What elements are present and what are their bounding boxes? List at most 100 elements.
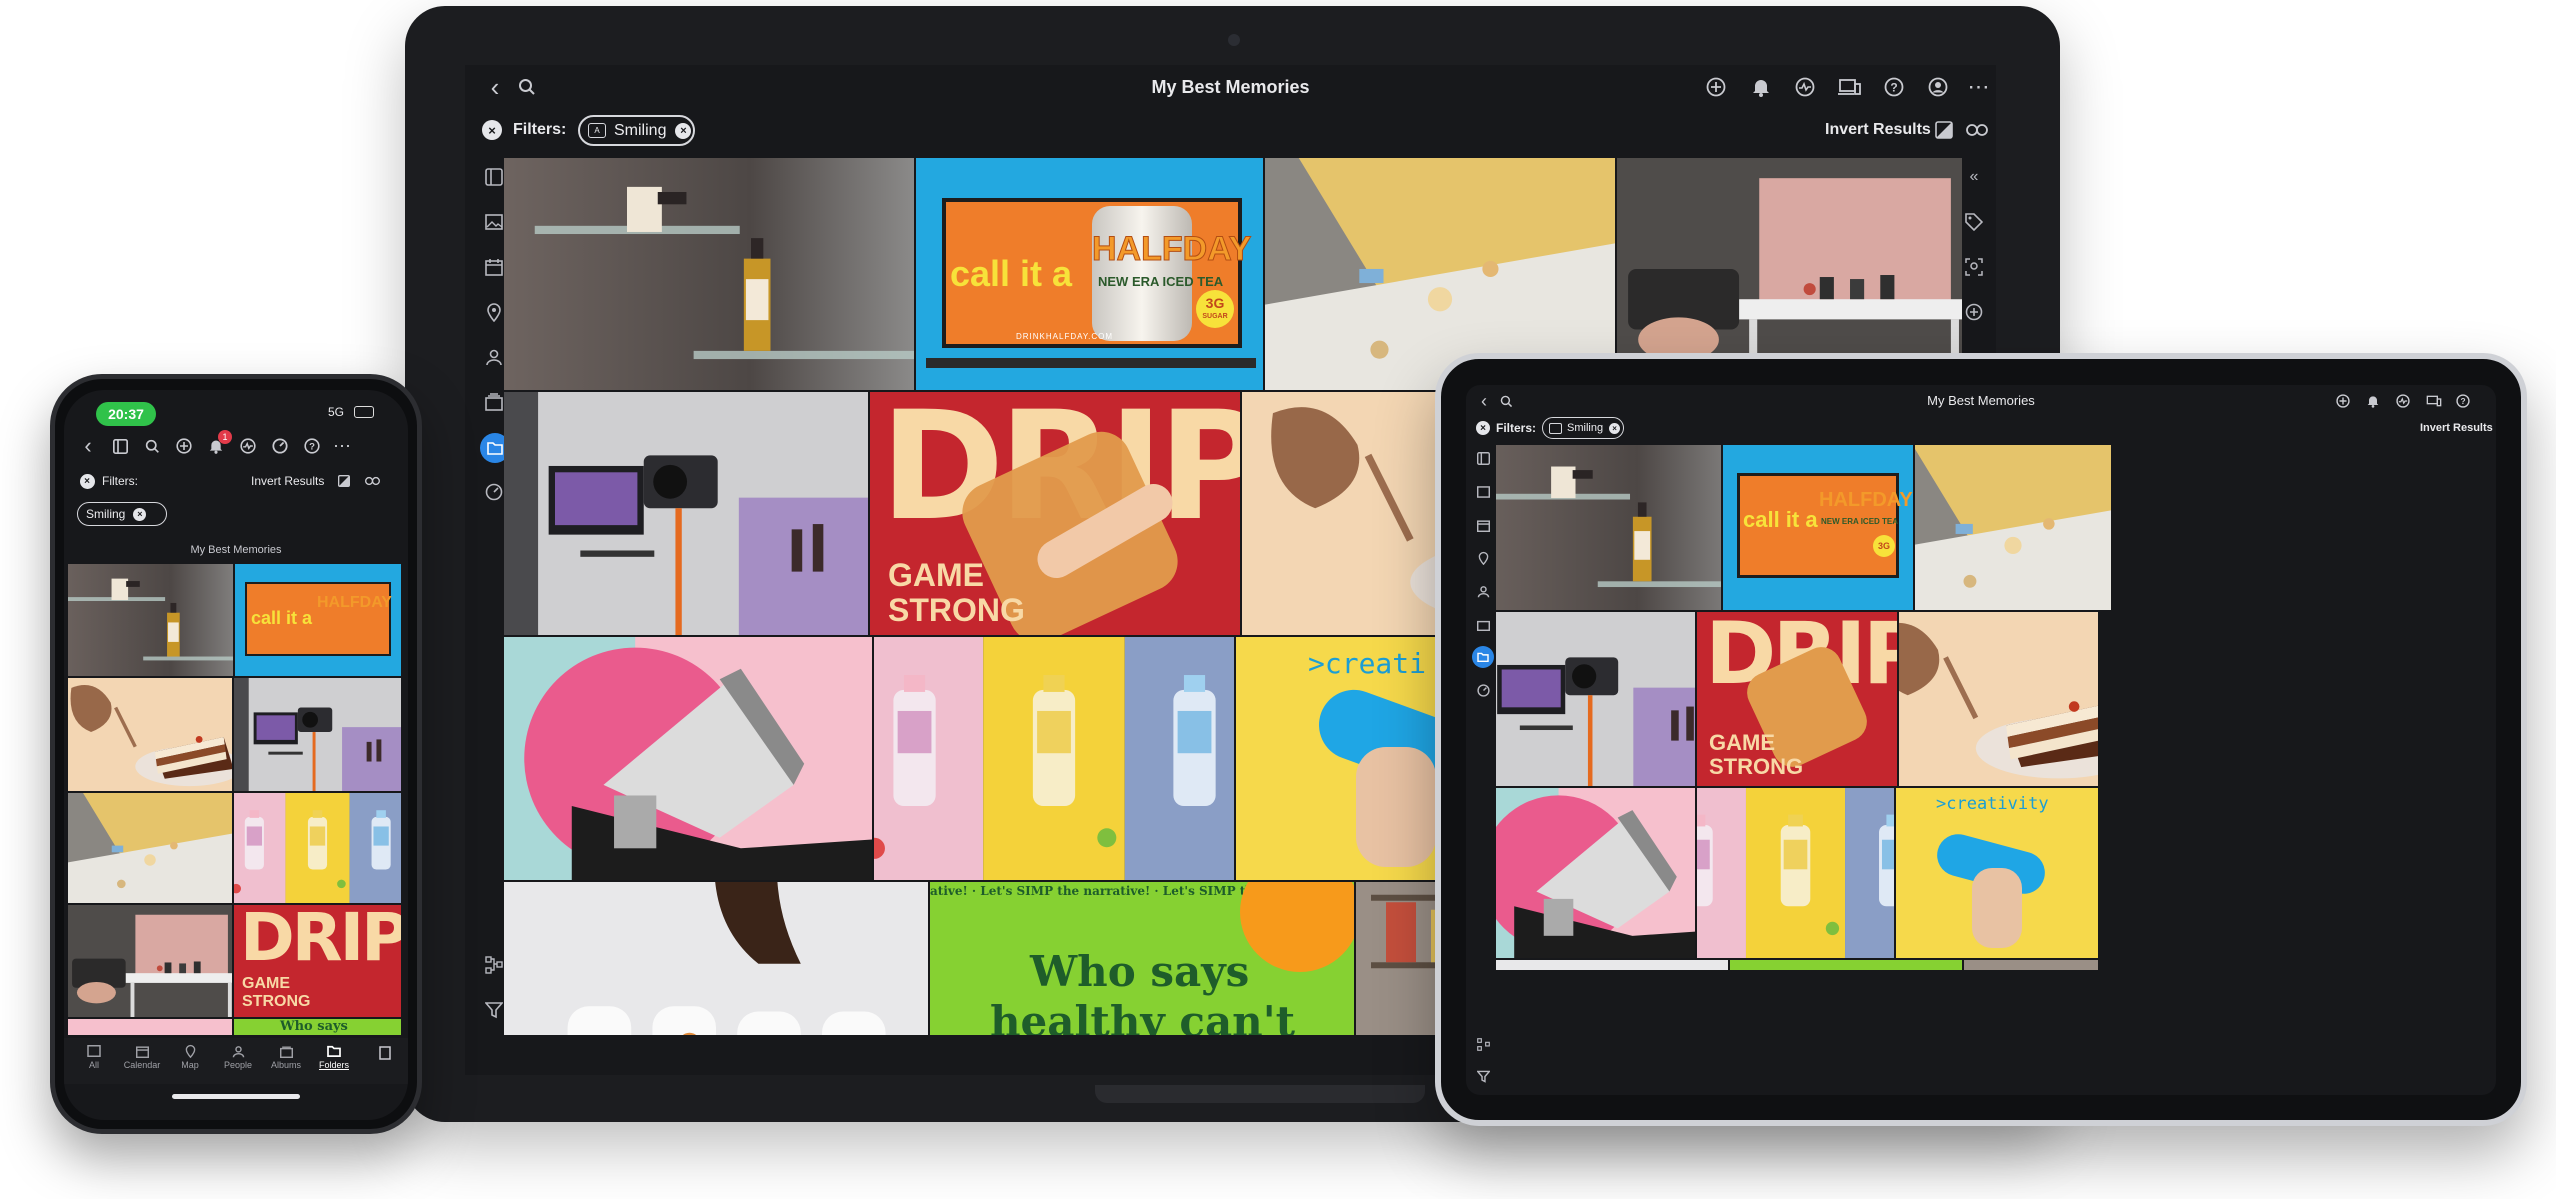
photo-tile[interactable] bbox=[1964, 960, 2098, 970]
calendar-icon[interactable] bbox=[1474, 516, 1492, 534]
folder-icon[interactable] bbox=[1472, 646, 1494, 668]
photo-tile[interactable] bbox=[234, 793, 401, 903]
person-icon[interactable] bbox=[482, 345, 506, 369]
remove-filter-icon[interactable]: × bbox=[133, 507, 147, 521]
search-icon[interactable] bbox=[140, 434, 164, 458]
tab-map[interactable]: Map bbox=[168, 1040, 212, 1080]
photo-tile[interactable] bbox=[1899, 612, 2098, 786]
filter-chip-smiling[interactable]: Smiling × bbox=[1542, 417, 1624, 439]
filter-icon[interactable] bbox=[1474, 1067, 1492, 1085]
tag-icon[interactable] bbox=[1962, 210, 1986, 234]
toggle-sidebar-icon[interactable] bbox=[108, 434, 132, 458]
help-icon[interactable]: ? bbox=[1880, 73, 1908, 101]
photo-tile-drip[interactable]: DRIP GAME STRONG bbox=[870, 392, 1240, 635]
photo-tile-creativity[interactable]: >creativity bbox=[1896, 788, 2098, 958]
photo-tile-halfday[interactable]: call it a HALFDAY NEW ERA ICED TEA 3G bbox=[1723, 445, 1913, 610]
activity-icon[interactable] bbox=[2393, 391, 2413, 411]
photo-tile[interactable] bbox=[68, 678, 232, 791]
drip-sub2: STRONG bbox=[888, 592, 1025, 628]
photo-tile[interactable] bbox=[68, 564, 233, 676]
album-icon[interactable] bbox=[482, 390, 506, 414]
photo-tile[interactable] bbox=[1496, 960, 1728, 970]
clear-filters-icon[interactable]: × bbox=[78, 472, 96, 490]
photo-tile-drip[interactable]: DRIP GAME STRONG bbox=[1697, 612, 1897, 786]
photo-tile[interactable] bbox=[1496, 788, 1695, 958]
clear-filters-icon[interactable]: × bbox=[481, 119, 503, 141]
add-icon[interactable] bbox=[1702, 73, 1730, 101]
devices-icon[interactable] bbox=[1835, 73, 1865, 101]
photo-tile[interactable] bbox=[1496, 612, 1695, 786]
more-tabs-icon[interactable] bbox=[376, 1044, 394, 1062]
invert-toggle-icon[interactable] bbox=[336, 472, 352, 490]
calendar-icon[interactable] bbox=[482, 255, 506, 279]
photo-tile-halfday[interactable]: call it a HALFDAY NEW ERA ICED TEA 3G SU… bbox=[916, 158, 1263, 390]
map-pin-icon[interactable] bbox=[1474, 549, 1492, 567]
image-icon[interactable] bbox=[1474, 483, 1492, 501]
photo-tile[interactable] bbox=[68, 905, 232, 1017]
calendar-icon bbox=[120, 1042, 164, 1060]
help-icon[interactable]: ? bbox=[2453, 391, 2473, 411]
devices-icon[interactable] bbox=[2423, 391, 2445, 411]
toggle-sidebar-icon[interactable] bbox=[482, 165, 506, 189]
album-icon[interactable] bbox=[1474, 615, 1492, 633]
add-icon[interactable] bbox=[2333, 391, 2353, 411]
add-icon[interactable] bbox=[172, 434, 196, 458]
photo-tile-drip[interactable]: DRIP GAME STRONG bbox=[234, 905, 401, 1017]
add-panel-icon[interactable] bbox=[1962, 300, 1986, 324]
filter-chip-label: Smiling bbox=[614, 121, 667, 139]
photo-tile[interactable] bbox=[1915, 445, 2111, 610]
more-icon[interactable]: ⋯ bbox=[1965, 73, 1993, 101]
dashboard-icon[interactable] bbox=[482, 480, 506, 504]
photo-tile[interactable] bbox=[1496, 445, 1721, 610]
bell-icon[interactable] bbox=[2363, 391, 2383, 411]
photo-tile-halfday[interactable]: call it a HALFDAY bbox=[235, 564, 401, 676]
clear-filters-icon[interactable]: × bbox=[1474, 419, 1492, 437]
dashboard-icon[interactable] bbox=[268, 434, 292, 458]
more-icon[interactable]: ⋯ bbox=[330, 434, 354, 458]
photo-tile[interactable] bbox=[504, 392, 868, 635]
tab-albums[interactable]: Albums bbox=[264, 1040, 308, 1080]
photo-tile[interactable] bbox=[1697, 788, 1894, 958]
person-icon[interactable] bbox=[1474, 582, 1492, 600]
photo-tile[interactable] bbox=[504, 637, 872, 880]
activity-icon[interactable] bbox=[236, 434, 260, 458]
filter-chip-label: Smiling bbox=[1567, 422, 1604, 434]
link-icon[interactable] bbox=[1965, 119, 1989, 141]
tab-calendar[interactable]: Calendar bbox=[120, 1040, 164, 1080]
filter-icon[interactable] bbox=[482, 998, 506, 1022]
photo-tile[interactable] bbox=[504, 158, 914, 390]
filter-chip-smiling[interactable]: A Smiling × bbox=[578, 115, 695, 146]
photo-tile[interactable] bbox=[504, 882, 928, 1035]
drip-title: DRIP bbox=[240, 905, 401, 976]
creativity-text: >creati bbox=[1308, 647, 1427, 680]
collapse-panel-icon[interactable]: « bbox=[1962, 165, 1986, 189]
photo-tile[interactable] bbox=[68, 793, 232, 903]
remove-filter-icon[interactable]: × bbox=[1609, 422, 1621, 434]
photo-tile[interactable] bbox=[874, 637, 1234, 880]
invert-toggle-icon[interactable] bbox=[1933, 119, 1955, 141]
photo-tile-whosays[interactable]: Who says bbox=[234, 1019, 401, 1035]
help-icon[interactable]: ? bbox=[300, 434, 324, 458]
tab-folders[interactable]: Folders bbox=[312, 1040, 356, 1080]
link-icon[interactable] bbox=[362, 472, 382, 490]
filter-chip-smiling[interactable]: Smiling × bbox=[77, 502, 167, 526]
map-pin-icon[interactable] bbox=[482, 300, 506, 324]
activity-icon[interactable] bbox=[1791, 73, 1819, 101]
photo-tile-whosays[interactable]: ative! · Let's SIMP the narrative! · Let… bbox=[930, 882, 1354, 1035]
drip-sub1: GAME bbox=[888, 557, 984, 593]
face-scan-icon[interactable] bbox=[1962, 255, 1986, 279]
photo-tile-whosays[interactable] bbox=[1730, 960, 1962, 970]
tab-people[interactable]: People bbox=[216, 1040, 260, 1080]
tab-all[interactable]: All bbox=[72, 1040, 116, 1080]
bell-icon[interactable] bbox=[1747, 73, 1775, 101]
account-icon[interactable] bbox=[1924, 73, 1952, 101]
image-icon[interactable] bbox=[482, 210, 506, 234]
workflow-icon[interactable] bbox=[1474, 1035, 1492, 1053]
workflow-icon[interactable] bbox=[482, 953, 506, 977]
back-icon[interactable]: ‹ bbox=[76, 433, 100, 458]
photo-tile[interactable] bbox=[234, 678, 401, 791]
toggle-sidebar-icon[interactable] bbox=[1474, 449, 1492, 467]
remove-filter-icon[interactable]: × bbox=[675, 122, 692, 139]
photo-tile[interactable] bbox=[68, 1019, 232, 1035]
dashboard-icon[interactable] bbox=[1474, 681, 1492, 699]
